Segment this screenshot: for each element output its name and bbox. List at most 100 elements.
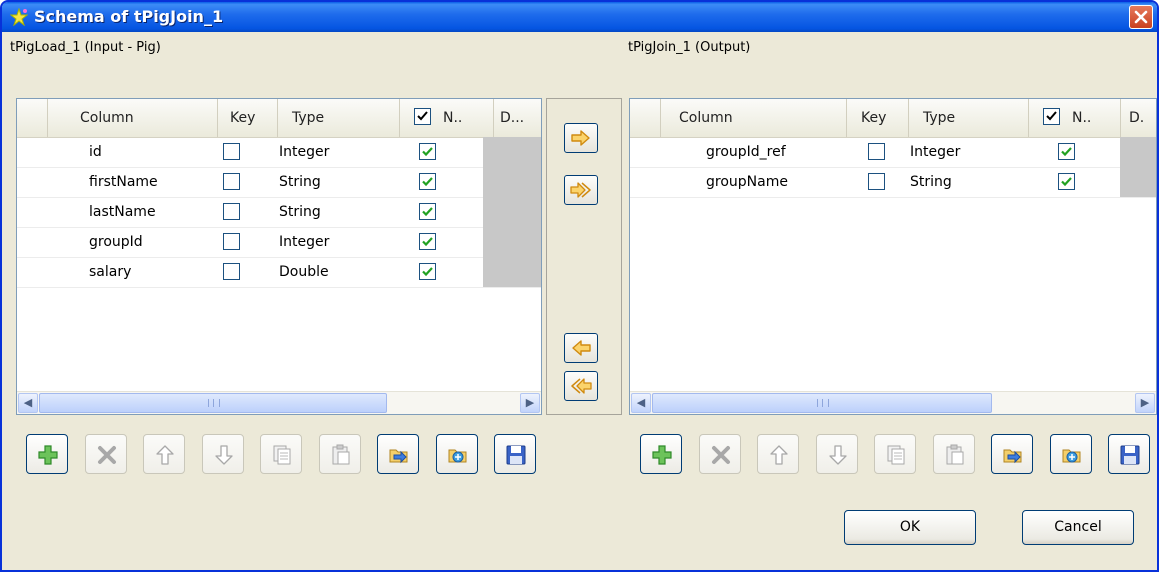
type-header[interactable]: Type (277, 99, 399, 137)
scroll-left-icon[interactable]: ◀ (631, 393, 651, 413)
type-header[interactable]: Type (908, 99, 1028, 137)
copy-icon (273, 445, 291, 465)
horizontal-scrollbar[interactable]: ◀ ▶ (17, 391, 541, 414)
copy-all-right-button[interactable] (564, 175, 598, 205)
nullable-all-checkbox[interactable] (1043, 108, 1060, 125)
key-checkbox[interactable] (223, 173, 240, 190)
default-cell[interactable] (483, 197, 541, 227)
column-name-cell[interactable]: groupName (706, 167, 788, 197)
key-checkbox[interactable] (223, 143, 240, 160)
import-button[interactable] (377, 434, 419, 474)
cancel-button[interactable]: Cancel (1022, 510, 1134, 545)
copy-button[interactable] (874, 434, 916, 474)
default-cell[interactable] (1120, 137, 1156, 167)
default-header[interactable]: D... (493, 99, 541, 137)
copy-all-left-button[interactable] (564, 371, 598, 401)
paste-button[interactable] (932, 434, 975, 474)
copy-selected-left-button[interactable] (564, 333, 598, 363)
close-button[interactable] (1129, 5, 1153, 29)
import-icon (1003, 449, 1022, 464)
horizontal-scrollbar[interactable]: ◀ ▶ (630, 391, 1156, 414)
scroll-left-icon[interactable]: ◀ (18, 393, 38, 413)
column-name-cell[interactable]: groupId (89, 227, 143, 257)
nullable-checkbox[interactable] (419, 173, 436, 190)
nullable-checkbox[interactable] (419, 233, 436, 250)
column-name-cell[interactable]: firstName (89, 167, 158, 197)
save-button[interactable] (494, 434, 536, 474)
copy-all-left-icon (571, 378, 592, 394)
nullable-all-checkbox[interactable] (414, 108, 431, 125)
ok-button[interactable]: OK (844, 510, 976, 545)
scroll-thumb[interactable] (652, 393, 992, 413)
add-button[interactable] (26, 434, 68, 474)
key-checkbox[interactable] (868, 173, 885, 190)
delete-button[interactable] (698, 434, 741, 474)
export-icon (1062, 449, 1080, 463)
nullable-header[interactable]: N.. (399, 99, 493, 137)
scroll-thumb[interactable] (39, 393, 387, 413)
key-header[interactable]: Key (846, 99, 908, 137)
nullable-checkbox[interactable] (419, 203, 436, 220)
nullable-checkbox[interactable] (419, 143, 436, 160)
column-header[interactable]: Column (47, 99, 217, 137)
save-button[interactable] (1108, 434, 1150, 474)
column-header[interactable]: Column (660, 99, 846, 137)
default-cell[interactable] (483, 227, 541, 257)
title-bar[interactable]: Schema of tPigJoin_1 (2, 2, 1157, 32)
table-row[interactable]: groupId_ref Integer (630, 137, 1156, 168)
key-checkbox[interactable] (223, 203, 240, 220)
table-row[interactable]: lastName String (17, 197, 541, 228)
input-schema-table[interactable]: Column Key Type N.. D... id Integer firstN… (16, 98, 542, 415)
default-cell[interactable] (483, 137, 541, 167)
column-name-cell[interactable]: lastName (89, 197, 156, 227)
export-button[interactable] (1049, 434, 1092, 474)
type-cell[interactable]: String (910, 167, 952, 197)
scroll-right-icon[interactable]: ▶ (1135, 393, 1155, 413)
key-checkbox[interactable] (223, 263, 240, 280)
output-schema-table[interactable]: Column Key Type N.. D. groupId_ref Intege… (629, 98, 1157, 415)
checkmark-icon (422, 177, 433, 187)
table-row[interactable]: salary Double (17, 257, 541, 288)
paste-button[interactable] (318, 434, 361, 474)
copy-selected-right-button[interactable] (564, 123, 598, 153)
input-panel-label: tPigLoad_1 (Input - Pig) (10, 40, 161, 55)
table-row[interactable]: id Integer (17, 137, 541, 168)
copy-button[interactable] (260, 434, 302, 474)
type-cell[interactable]: Double (279, 257, 329, 287)
nullable-checkbox[interactable] (1058, 173, 1075, 190)
nullable-checkbox[interactable] (419, 263, 436, 280)
import-button[interactable] (991, 434, 1033, 474)
export-button[interactable] (435, 434, 478, 474)
column-name-cell[interactable]: groupId_ref (706, 137, 786, 167)
type-cell[interactable]: String (279, 167, 321, 197)
move-up-button[interactable] (757, 434, 799, 474)
default-cell[interactable] (483, 257, 541, 287)
checkmark-icon (1061, 177, 1072, 187)
table-row[interactable]: groupName String (630, 167, 1156, 198)
default-cell[interactable] (1120, 167, 1156, 197)
key-checkbox[interactable] (223, 233, 240, 250)
table-row[interactable]: firstName String (17, 167, 541, 198)
type-cell[interactable]: String (279, 197, 321, 227)
default-cell[interactable] (483, 167, 541, 197)
copy-selected-left-icon (572, 340, 591, 356)
move-up-button[interactable] (143, 434, 185, 474)
type-cell[interactable]: Integer (910, 137, 960, 167)
key-checkbox[interactable] (868, 143, 885, 160)
schema-icon (10, 8, 28, 26)
nullable-header[interactable]: N.. (1028, 99, 1120, 137)
move-down-button[interactable] (815, 434, 858, 474)
nullable-checkbox[interactable] (1058, 143, 1075, 160)
key-header[interactable]: Key (217, 99, 277, 137)
scroll-right-icon[interactable]: ▶ (520, 393, 540, 413)
default-header[interactable]: D. (1120, 99, 1156, 137)
column-name-cell[interactable]: salary (89, 257, 131, 287)
column-name-cell[interactable]: id (89, 137, 102, 167)
table-row[interactable]: groupId Integer (17, 227, 541, 258)
delete-button[interactable] (84, 434, 127, 474)
type-cell[interactable]: Integer (279, 227, 329, 257)
move-down-button[interactable] (201, 434, 244, 474)
type-cell[interactable]: Integer (279, 137, 329, 167)
add-button[interactable] (640, 434, 682, 474)
checkmark-icon (1061, 147, 1072, 157)
